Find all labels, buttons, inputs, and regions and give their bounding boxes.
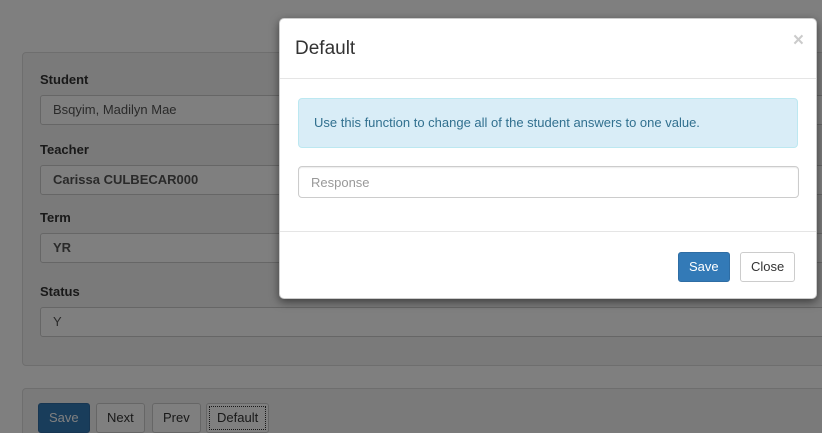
response-input[interactable] bbox=[298, 166, 799, 198]
close-icon[interactable]: × bbox=[793, 31, 804, 51]
default-modal: Default × Use this function to change al… bbox=[279, 18, 817, 299]
modal-title: Default bbox=[295, 38, 356, 59]
modal-header: Default × bbox=[280, 19, 816, 79]
modal-close-button[interactable]: Close bbox=[740, 252, 796, 282]
page: Student Bsqyim, Madilyn Mae Teacher Cari… bbox=[0, 0, 822, 433]
modal-save-button[interactable]: Save bbox=[678, 252, 730, 282]
info-alert: Use this function to change all of the s… bbox=[298, 98, 798, 148]
modal-footer: Save Close bbox=[280, 231, 816, 298]
